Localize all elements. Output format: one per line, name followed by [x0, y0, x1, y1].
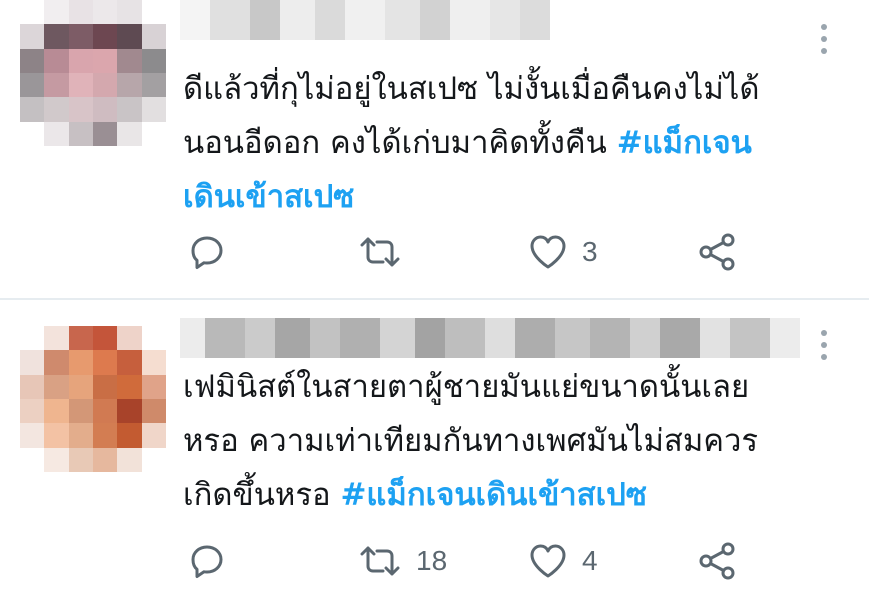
tweet[interactable]: ดีแล้วที่กุไม่อยู่ในสเปซ ไม่งั้นเมื่อคืน… — [0, 0, 869, 298]
retweet-button[interactable] — [358, 232, 416, 272]
tweet-text: ดีแล้วที่กุไม่อยู่ในสเปซ ไม่งั้นเมื่อคืน… — [183, 62, 839, 224]
author-name-blurred[interactable] — [180, 0, 550, 40]
like-count: 3 — [582, 236, 598, 267]
avatar[interactable] — [20, 326, 166, 472]
avatar[interactable] — [20, 0, 166, 146]
share-button[interactable] — [697, 232, 739, 272]
heart-icon — [530, 544, 566, 578]
tweet-actions: 3 — [0, 232, 869, 272]
author-name-blurred[interactable] — [180, 318, 800, 358]
retweet-button[interactable]: 18 — [358, 541, 447, 581]
like-count: 4 — [582, 545, 598, 576]
reply-icon — [191, 545, 223, 578]
reply-button[interactable] — [188, 232, 226, 272]
hashtag-link[interactable]: #แม็กเจนเดินเข้าสเปซ — [340, 477, 646, 513]
share-icon — [699, 542, 735, 580]
share-icon — [699, 233, 735, 271]
retweet-icon — [360, 237, 400, 267]
tweet[interactable]: เฟมินิสต์ในสายตาผู้ชายมันแย่ขนาดนั้นเลย … — [0, 300, 869, 593]
heart-icon — [530, 235, 566, 269]
share-button[interactable] — [697, 541, 739, 581]
tweet-feed: ดีแล้วที่กุไม่อยู่ในสเปซ ไม่งั้นเมื่อคืน… — [0, 0, 869, 593]
retweet-count: 18 — [416, 545, 448, 576]
reply-button[interactable] — [188, 541, 226, 581]
reply-icon — [191, 236, 223, 269]
more-vertical-icon[interactable] — [821, 24, 827, 54]
retweet-icon — [360, 546, 400, 576]
like-button[interactable]: 3 — [528, 232, 598, 272]
tweet-actions: 18 4 — [0, 541, 869, 581]
more-vertical-icon[interactable] — [821, 330, 827, 360]
like-button[interactable]: 4 — [528, 541, 598, 581]
tweet-text: เฟมินิสต์ในสายตาผู้ชายมันแย่ขนาดนั้นเลย … — [183, 360, 839, 522]
